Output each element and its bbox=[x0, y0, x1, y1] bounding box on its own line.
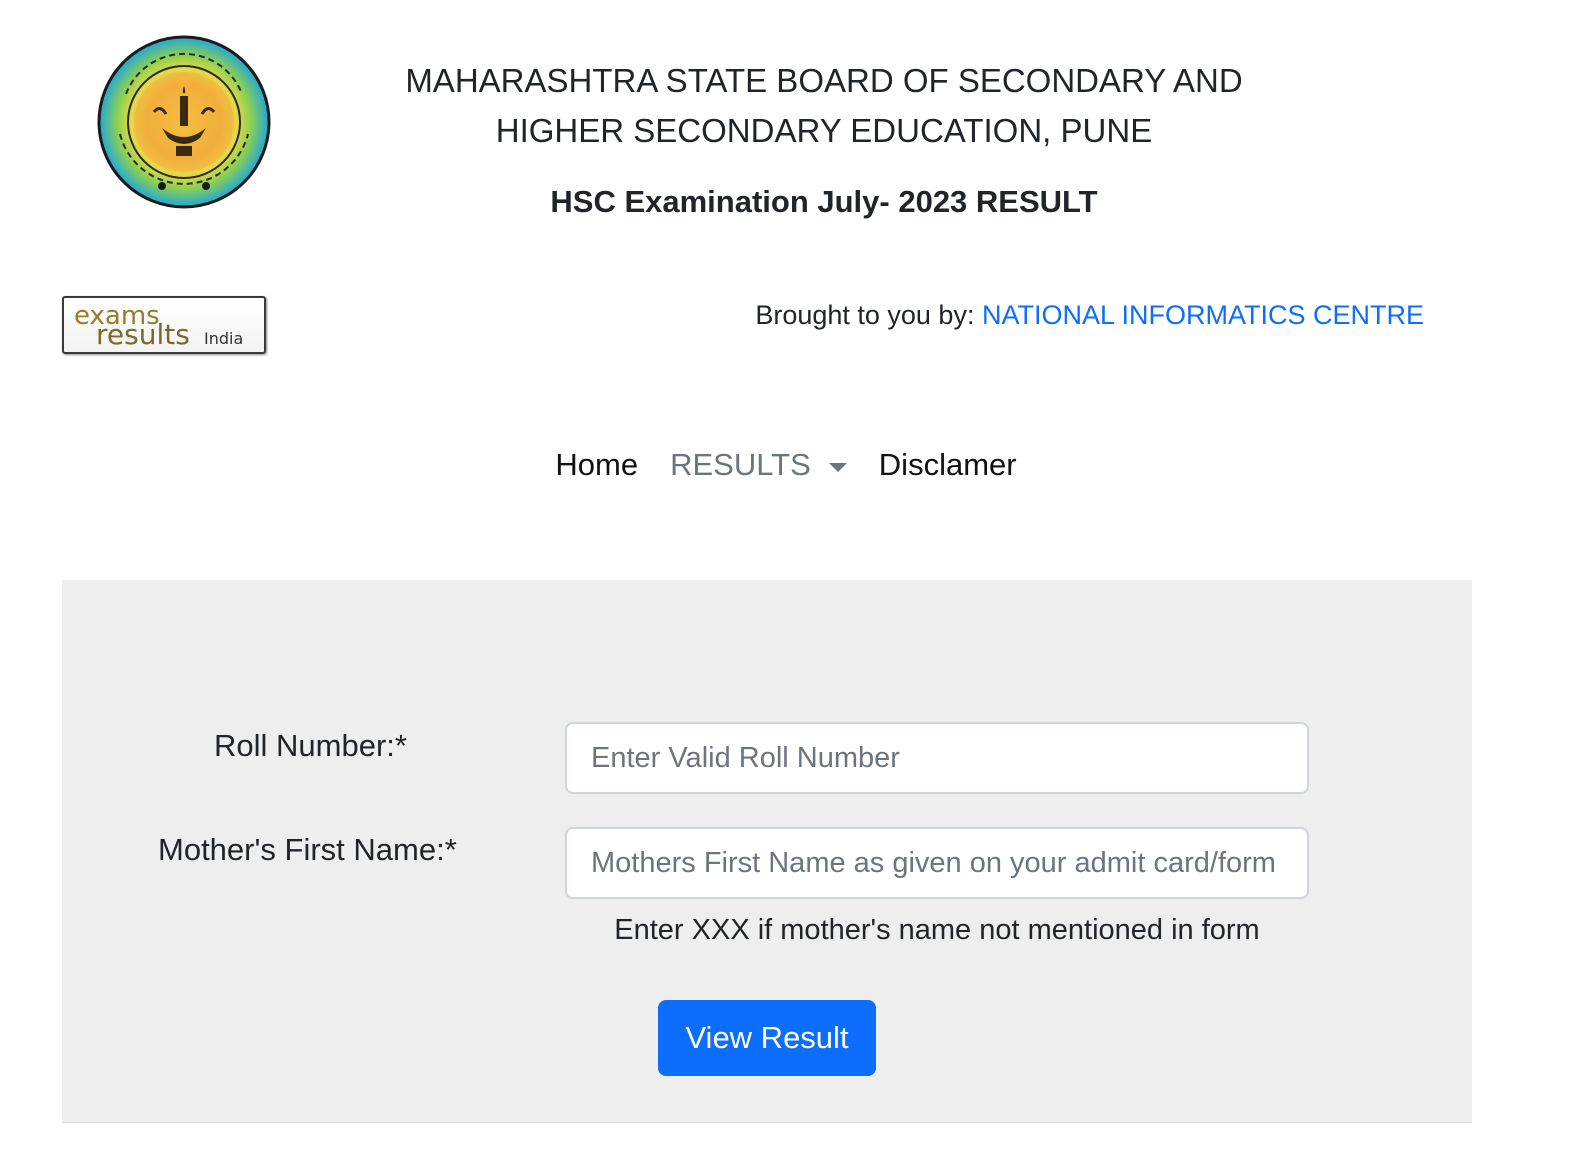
nav-home[interactable]: Home bbox=[539, 447, 654, 483]
roll-number-input[interactable] bbox=[565, 722, 1309, 794]
chevron-down-icon bbox=[828, 462, 847, 472]
nav-disclaimer[interactable]: Disclamer bbox=[863, 447, 1033, 483]
roll-number-label: Roll Number:* bbox=[214, 728, 407, 763]
main-nav: Home RESULTS Disclamer bbox=[0, 442, 1572, 488]
mother-name-input[interactable] bbox=[565, 827, 1309, 899]
mother-name-label: Mother's First Name:* bbox=[158, 832, 457, 867]
exams-results-india-logo-icon: exams results India bbox=[74, 301, 243, 351]
nic-link[interactable]: NATIONAL INFORMATICS CENTRE bbox=[982, 300, 1424, 330]
mother-name-help-text: Enter XXX if mother's name not mentioned… bbox=[614, 914, 1260, 946]
exam-title: HSC Examination July- 2023 RESULT bbox=[550, 184, 1098, 219]
board-name-line1: MAHARASHTRA STATE BOARD OF SECONDARY AND bbox=[405, 62, 1243, 99]
brought-by-label: Brought to you by: bbox=[755, 300, 975, 330]
logo-word-results: results bbox=[96, 318, 190, 351]
view-result-button[interactable]: View Result bbox=[658, 1000, 876, 1076]
logo-word-india: India bbox=[204, 329, 243, 348]
result-form-panel: Roll Number:* Mother's First Name:* Ente… bbox=[62, 580, 1472, 1123]
board-name-line2: HIGHER SECONDARY EDUCATION, PUNE bbox=[495, 112, 1153, 149]
msbshse-seal-icon bbox=[97, 35, 271, 209]
board-seal-logo bbox=[96, 34, 272, 210]
nav-results-label: RESULTS bbox=[670, 447, 811, 482]
nav-results-dropdown[interactable]: RESULTS bbox=[654, 447, 863, 483]
exams-results-india-logo: exams results India bbox=[62, 296, 266, 354]
brought-by-line: Brought to you by: NATIONAL INFORMATICS … bbox=[755, 300, 1424, 331]
board-name: MAHARASHTRA STATE BOARD OF SECONDARY AND… bbox=[330, 56, 1318, 156]
